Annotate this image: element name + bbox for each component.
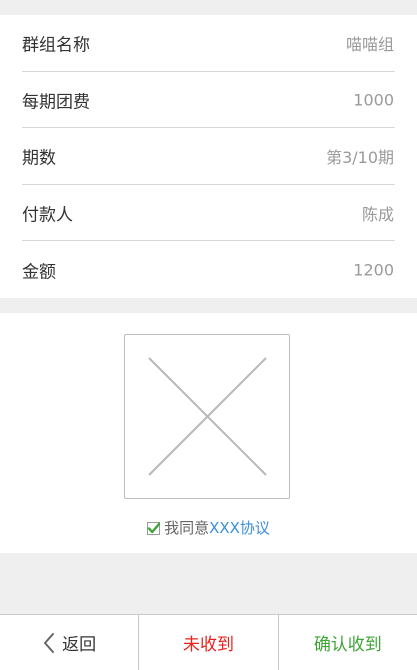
bottom-action-bar: 返回 未收到 确认收到 xyxy=(0,614,417,670)
period-fee-row: 每期团费 1000 xyxy=(0,72,417,129)
info-list: 群组名称 喵喵组 每期团费 1000 期数 第3/10期 付款人 陈成 金额 1… xyxy=(0,15,417,298)
checkbox-checked-icon[interactable] xyxy=(147,522,161,535)
receipt-image-section: 我同意XXX协议 xyxy=(0,313,417,553)
payer-row: 付款人 陈成 xyxy=(0,185,417,242)
period-count-row: 期数 第3/10期 xyxy=(0,128,417,185)
amount-value: 1200 xyxy=(353,260,394,280)
image-placeholder-icon xyxy=(148,357,267,476)
group-name-label: 群组名称 xyxy=(22,35,90,56)
agreement-text: 我同意 xyxy=(164,519,210,537)
receipt-image[interactable] xyxy=(124,334,290,499)
amount-row: 金额 1200 xyxy=(0,241,417,298)
not-received-label: 未收到 xyxy=(182,635,234,655)
confirm-received-button[interactable]: 确认收到 xyxy=(277,615,417,670)
period-fee-value: 1000 xyxy=(353,90,394,110)
group-name-row: 群组名称 喵喵组 xyxy=(0,15,417,72)
period-count-label: 期数 xyxy=(22,148,56,169)
amount-label: 金额 xyxy=(22,262,56,283)
payment-confirm-page: 群组名称 喵喵组 每期团费 1000 期数 第3/10期 付款人 陈成 金额 1… xyxy=(0,0,417,670)
group-name-value: 喵喵组 xyxy=(345,35,394,55)
back-button-label: 返回 xyxy=(62,635,97,655)
chevron-left-icon xyxy=(44,632,55,653)
agreement-line: 我同意XXX协议 xyxy=(0,517,417,538)
payer-value: 陈成 xyxy=(361,205,394,225)
not-received-button[interactable]: 未收到 xyxy=(138,615,277,670)
agreement-link[interactable]: XXX协议 xyxy=(209,519,270,537)
back-button[interactable]: 返回 xyxy=(0,615,138,670)
period-count-value: 第3/10期 xyxy=(326,148,394,168)
period-fee-label: 每期团费 xyxy=(22,92,90,113)
confirm-received-label: 确认收到 xyxy=(313,635,382,655)
payer-label: 付款人 xyxy=(22,205,73,226)
